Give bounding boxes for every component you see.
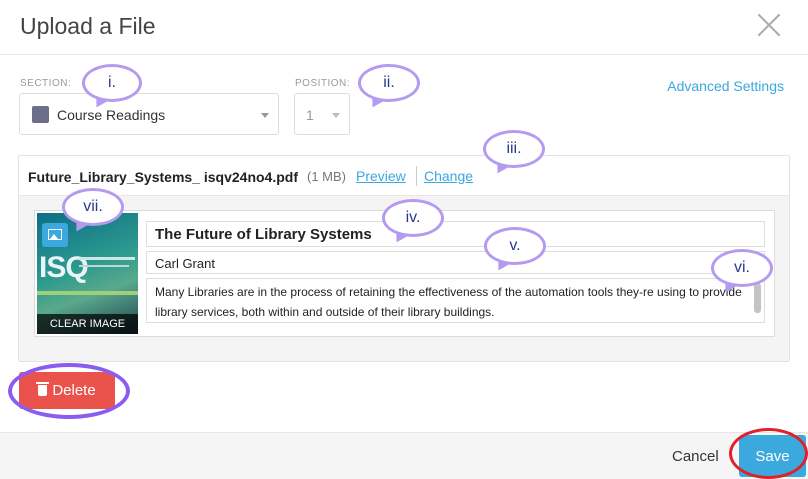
- save-button[interactable]: Save: [739, 435, 806, 477]
- chevron-down-icon: [332, 113, 340, 118]
- section-color-swatch: [32, 106, 49, 123]
- position-select[interactable]: 1: [294, 93, 350, 135]
- cover-line: [79, 265, 129, 267]
- clear-image-button[interactable]: CLEAR IMAGE: [37, 314, 138, 334]
- section-select[interactable]: Course Readings: [19, 93, 279, 135]
- preview-link[interactable]: Preview: [356, 168, 406, 184]
- section-select-value: Course Readings: [57, 107, 166, 123]
- cover-line: [79, 257, 135, 260]
- annotation-bubble: iii.: [483, 130, 545, 168]
- file-panel: Future_Library_Systems_ isqv24no4.pdf (1…: [18, 155, 790, 362]
- description-text: Many Libraries are in the process of ret…: [155, 285, 742, 319]
- position-label: POSITION:: [295, 78, 351, 89]
- title-input[interactable]: The Future of Library Systems: [146, 221, 765, 247]
- dialog-title: Upload a File: [20, 13, 156, 39]
- change-link[interactable]: Change: [424, 168, 473, 184]
- file-header: Future_Library_Systems_ isqv24no4.pdf (1…: [19, 156, 789, 196]
- delete-button-label: Delete: [52, 382, 96, 399]
- scrollbar[interactable]: [754, 283, 761, 313]
- close-icon[interactable]: [756, 12, 782, 38]
- section-label: SECTION:: [20, 78, 72, 89]
- annotation-bubble: ii.: [358, 64, 420, 102]
- annotation-bubble: iv.: [382, 199, 444, 237]
- cover-image[interactable]: ISQ CLEAR IMAGE: [37, 213, 138, 334]
- annotation-bubble: vi.: [711, 249, 773, 287]
- position-select-value: 1: [306, 107, 314, 123]
- dialog-header: Upload a File: [0, 0, 808, 55]
- description-textarea[interactable]: Many Libraries are in the process of ret…: [146, 278, 765, 323]
- delete-button[interactable]: Delete: [19, 372, 115, 409]
- dialog-footer: Cancel: [0, 432, 808, 479]
- annotation-bubble: i.: [82, 64, 142, 102]
- author-input[interactable]: Carl Grant: [146, 251, 765, 274]
- change-image-button[interactable]: [42, 223, 68, 247]
- trash-icon: [36, 382, 50, 396]
- cover-stripe: [37, 291, 138, 295]
- file-name: Future_Library_Systems_ isqv24no4.pdf: [28, 169, 298, 185]
- annotation-bubble: v.: [484, 227, 546, 265]
- file-size: (1 MB): [307, 169, 346, 184]
- cancel-button[interactable]: Cancel: [672, 448, 719, 465]
- chevron-down-icon: [261, 113, 269, 118]
- link-divider: [416, 166, 417, 186]
- annotation-bubble: vii.: [62, 188, 124, 226]
- advanced-settings-link[interactable]: Advanced Settings: [667, 78, 784, 94]
- image-icon-mountain: [50, 234, 58, 239]
